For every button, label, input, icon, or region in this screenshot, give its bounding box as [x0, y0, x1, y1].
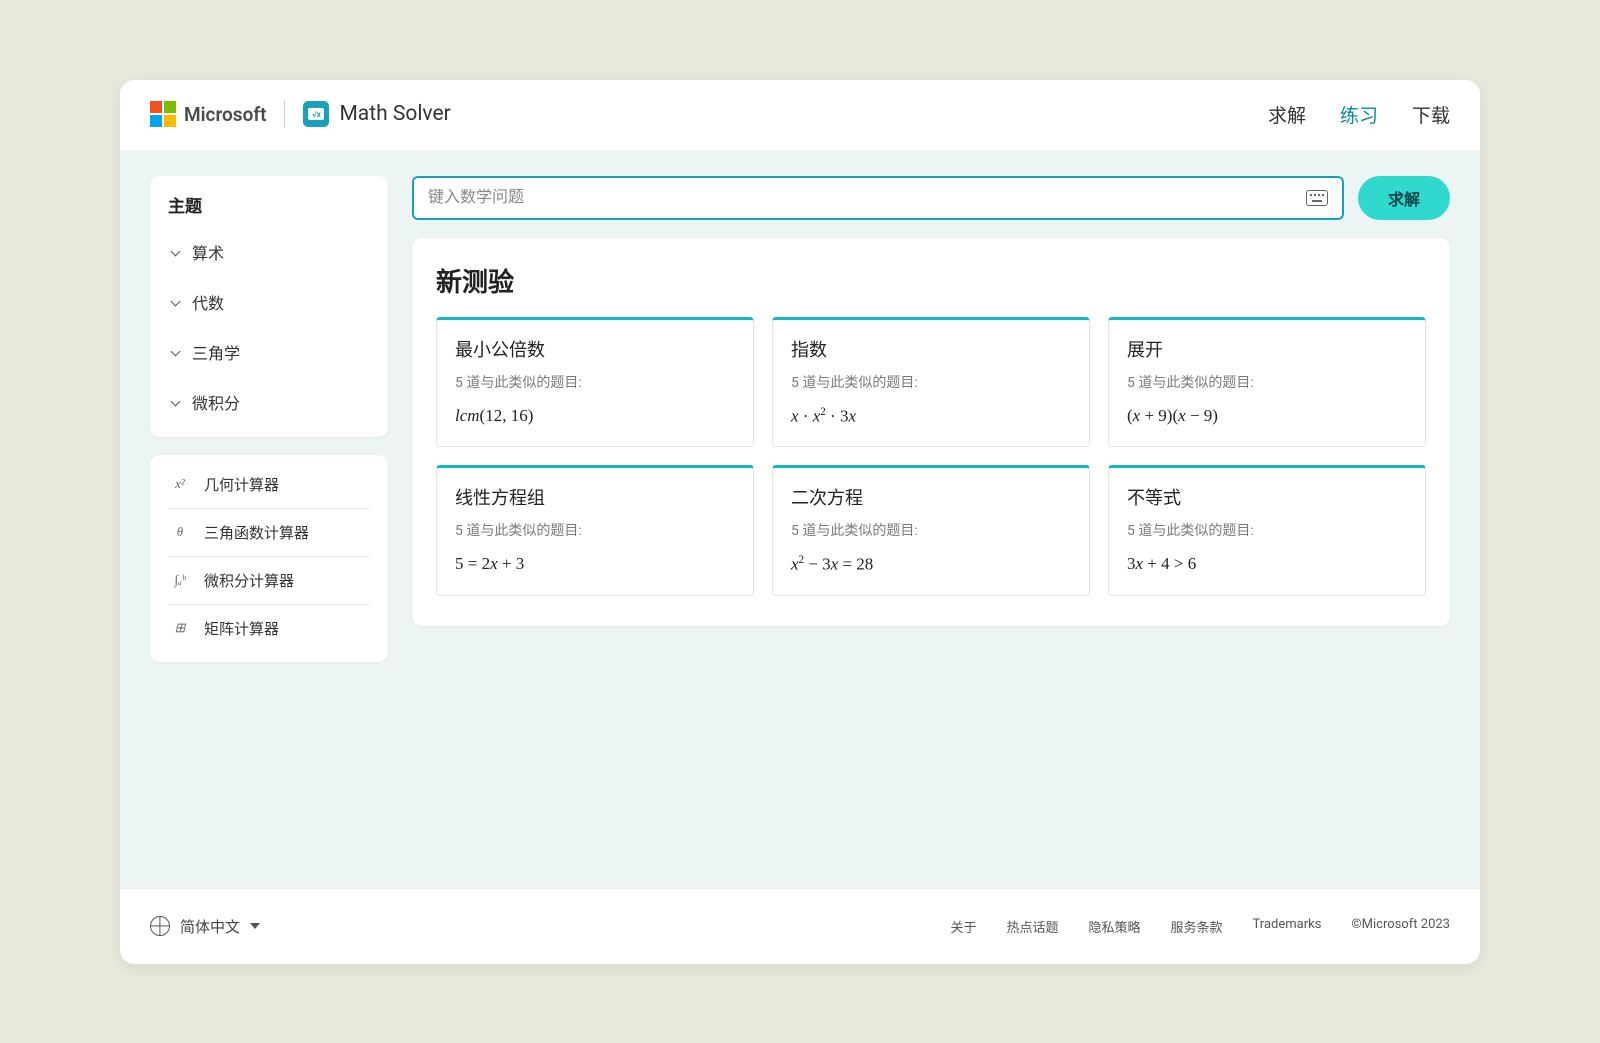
card-subtitle: 5 道与此类似的题目:: [455, 372, 735, 392]
solve-button[interactable]: 求解: [1358, 176, 1450, 220]
footer-link[interactable]: Trademarks: [1253, 917, 1322, 936]
calculator-icon: x²: [170, 476, 190, 492]
app-window: Microsoft √x Math Solver 求解 练习 下载 主题 算术代…: [120, 80, 1480, 964]
search-input[interactable]: [428, 189, 1306, 207]
chevron-down-icon: [250, 923, 260, 929]
app-logo[interactable]: √x Math Solver: [303, 101, 450, 127]
calculator-icon: ⊞: [170, 620, 190, 636]
calculator-item[interactable]: x² 几何计算器: [168, 461, 370, 509]
calculator-label: 微积分计算器: [204, 570, 294, 591]
sidebar: 主题 算术代数三角学微积分 x² 几何计算器 θ 三角函数计算器 ∫ₐᵇ 微积分计算器 ⊞ 矩…: [150, 176, 388, 888]
card-subtitle: 5 道与此类似的题目:: [791, 520, 1071, 540]
card-title: 指数: [791, 336, 1071, 362]
footer-link[interactable]: 隐私策略: [1088, 917, 1140, 936]
main: 求解 新测验 最小公倍数 5 道与此类似的题目: lcm(12, 16) 指数 …: [412, 176, 1450, 888]
quiz-grid: 最小公倍数 5 道与此类似的题目: lcm(12, 16) 指数 5 道与此类似…: [436, 317, 1426, 596]
topic-item[interactable]: 三角学: [168, 327, 370, 377]
calculators-panel: x² 几何计算器 θ 三角函数计算器 ∫ₐᵇ 微积分计算器 ⊞ 矩阵计算器: [150, 455, 388, 662]
topic-label: 算术: [192, 240, 224, 264]
language-selector[interactable]: 简体中文: [150, 916, 260, 937]
nav-download[interactable]: 下载: [1412, 101, 1450, 128]
card-equation: lcm(12, 16): [455, 406, 735, 426]
nav-practice[interactable]: 练习: [1340, 101, 1378, 128]
calculator-item[interactable]: ⊞ 矩阵计算器: [168, 605, 370, 652]
language-label: 简体中文: [180, 916, 240, 937]
card-equation: 5 = 2x + 3: [455, 554, 735, 574]
card-title: 最小公倍数: [455, 336, 735, 362]
card-equation: x2 − 3x = 28: [791, 554, 1071, 575]
calculator-label: 三角函数计算器: [204, 522, 309, 543]
math-solver-icon: √x: [303, 101, 329, 127]
quiz-card[interactable]: 线性方程组 5 道与此类似的题目: 5 = 2x + 3: [436, 465, 754, 596]
topic-item[interactable]: 算术: [168, 227, 370, 277]
microsoft-label: Microsoft: [184, 103, 266, 126]
quiz-card[interactable]: 二次方程 5 道与此类似的题目: x2 − 3x = 28: [772, 465, 1090, 596]
chevron-down-icon: [170, 396, 182, 408]
body: 主题 算术代数三角学微积分 x² 几何计算器 θ 三角函数计算器 ∫ₐᵇ 微积分计算器 ⊞ 矩…: [120, 150, 1480, 888]
calculator-icon: θ: [170, 524, 190, 540]
search-box[interactable]: [412, 176, 1344, 220]
search-row: 求解: [412, 176, 1450, 220]
topic-label: 三角学: [192, 340, 240, 364]
topic-label: 微积分: [192, 390, 240, 414]
card-equation: (x + 9)(x − 9): [1127, 406, 1407, 426]
card-subtitle: 5 道与此类似的题目:: [455, 520, 735, 540]
header: Microsoft √x Math Solver 求解 练习 下载: [120, 80, 1480, 150]
card-subtitle: 5 道与此类似的题目:: [791, 372, 1071, 392]
topic-item[interactable]: 代数: [168, 277, 370, 327]
card-equation: 3x + 4 > 6: [1127, 554, 1407, 574]
footer-links: 关于 热点话题 隐私策略 服务条款 Trademarks ©Microsoft 2023: [950, 917, 1450, 936]
nav-solve[interactable]: 求解: [1268, 101, 1306, 128]
topic-item[interactable]: 微积分: [168, 377, 370, 427]
quiz-card[interactable]: 最小公倍数 5 道与此类似的题目: lcm(12, 16): [436, 317, 754, 448]
app-name: Math Solver: [339, 102, 450, 126]
card-title: 线性方程组: [455, 484, 735, 510]
card-title: 展开: [1127, 336, 1407, 362]
microsoft-logo[interactable]: Microsoft: [150, 101, 266, 127]
main-nav: 求解 练习 下载: [1268, 101, 1450, 128]
quiz-heading: 新测验: [436, 262, 1426, 299]
copyright: ©Microsoft 2023: [1351, 917, 1450, 936]
topic-label: 代数: [192, 290, 224, 314]
quiz-panel: 新测验 最小公倍数 5 道与此类似的题目: lcm(12, 16) 指数 5 道…: [412, 238, 1450, 626]
globe-icon: [150, 916, 170, 936]
calculator-item[interactable]: ∫ₐᵇ 微积分计算器: [168, 557, 370, 605]
chevron-down-icon: [170, 346, 182, 358]
calculator-icon: ∫ₐᵇ: [170, 572, 190, 588]
card-title: 不等式: [1127, 484, 1407, 510]
quiz-card[interactable]: 不等式 5 道与此类似的题目: 3x + 4 > 6: [1108, 465, 1426, 596]
card-title: 二次方程: [791, 484, 1071, 510]
calculator-label: 矩阵计算器: [204, 618, 279, 639]
card-subtitle: 5 道与此类似的题目:: [1127, 372, 1407, 392]
calculator-item[interactable]: θ 三角函数计算器: [168, 509, 370, 557]
topics-heading: 主题: [168, 192, 370, 217]
header-divider: [284, 100, 285, 128]
chevron-down-icon: [170, 296, 182, 308]
topics-panel: 主题 算术代数三角学微积分: [150, 176, 388, 437]
keyboard-icon[interactable]: [1306, 190, 1328, 206]
footer-link[interactable]: 关于: [950, 917, 976, 936]
microsoft-icon: [150, 101, 176, 127]
quiz-card[interactable]: 展开 5 道与此类似的题目: (x + 9)(x − 9): [1108, 317, 1426, 448]
chevron-down-icon: [170, 246, 182, 258]
quiz-card[interactable]: 指数 5 道与此类似的题目: x · x2 · 3x: [772, 317, 1090, 448]
calculator-label: 几何计算器: [204, 474, 279, 495]
footer-link[interactable]: 服务条款: [1171, 917, 1223, 936]
footer-link[interactable]: 热点话题: [1006, 917, 1058, 936]
footer: 简体中文 关于 热点话题 隐私策略 服务条款 Trademarks ©Microsoft …: [120, 888, 1480, 964]
card-equation: x · x2 · 3x: [791, 406, 1071, 427]
card-subtitle: 5 道与此类似的题目:: [1127, 520, 1407, 540]
